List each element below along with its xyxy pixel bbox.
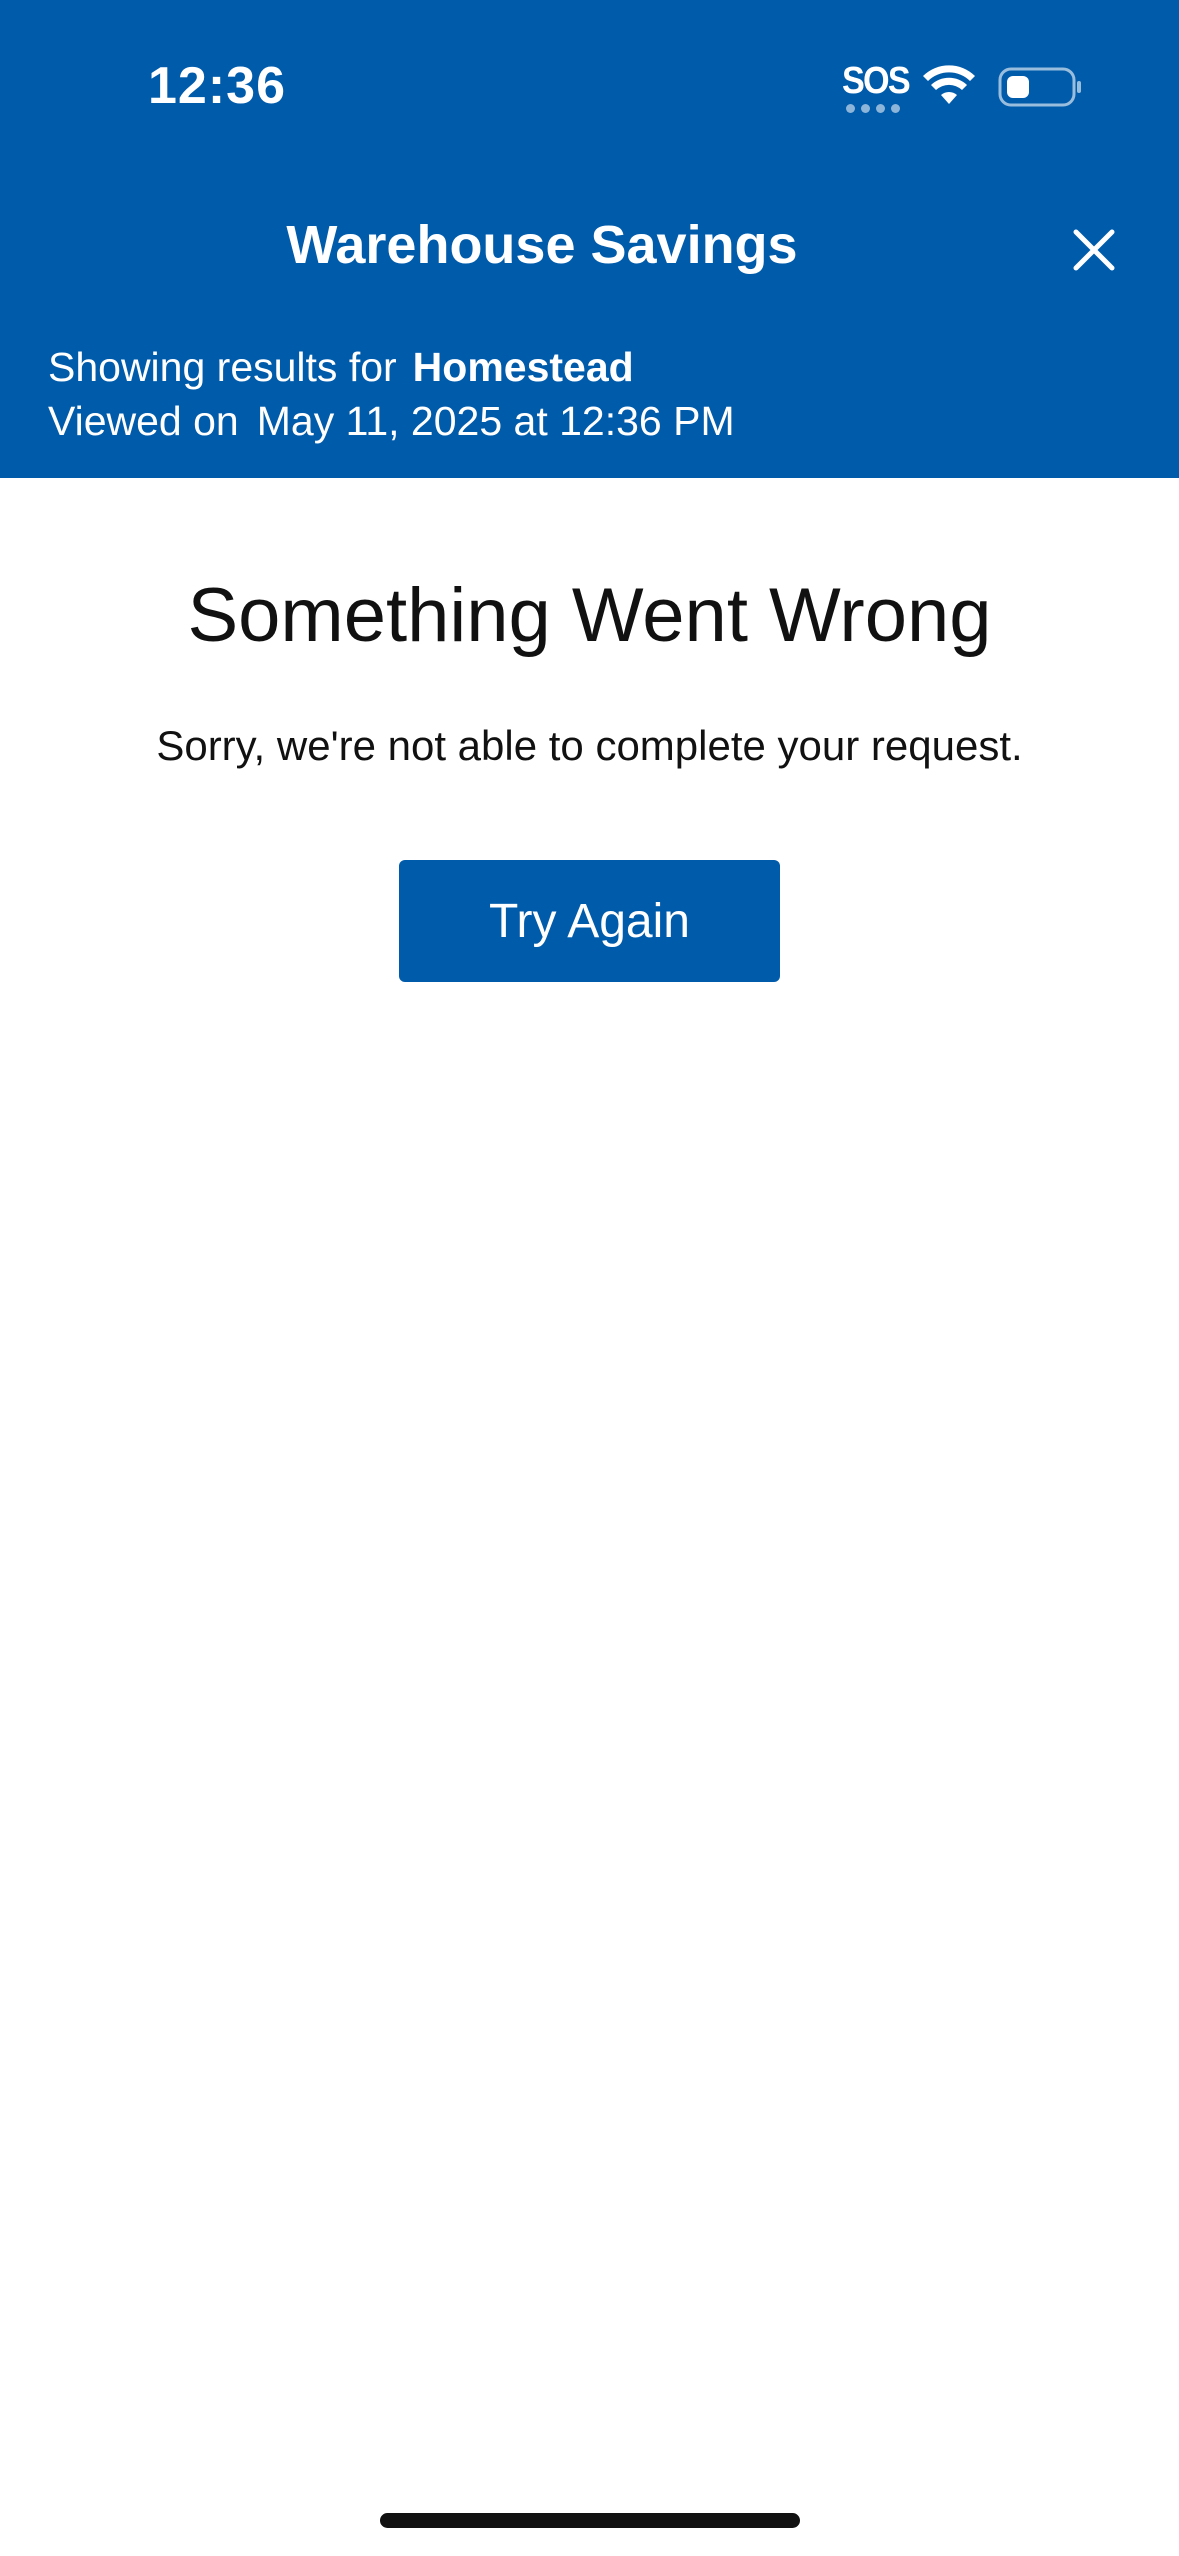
wifi-icon [923,65,975,104]
page-title: Warehouse Savings [286,215,798,275]
home-indicator[interactable] [380,2513,800,2528]
try-again-button[interactable]: Try Again [399,860,780,982]
results-label: Showing results for [48,344,397,390]
app-header: 12:36 SOS Warehouse Savings Showing resu… [0,0,1179,478]
close-icon[interactable] [1064,220,1124,280]
error-title: Something Went Wrong [187,573,992,658]
error-message: Sorry, we're not able to complete your r… [156,722,1023,769]
viewed-info: Viewed on May 11, 2025 at 12:36 PM [48,398,735,445]
sos-indicator: SOS [842,60,911,102]
viewed-label: Viewed on [48,398,239,444]
warehouse-location: Homestead [412,344,634,390]
signal-dots-icon [846,104,900,113]
results-info: Showing results for Homestead [48,344,634,391]
status-time: 12:36 [148,57,286,115]
viewed-datetime: May 11, 2025 at 12:36 PM [256,398,735,444]
battery-low-icon [998,67,1081,107]
